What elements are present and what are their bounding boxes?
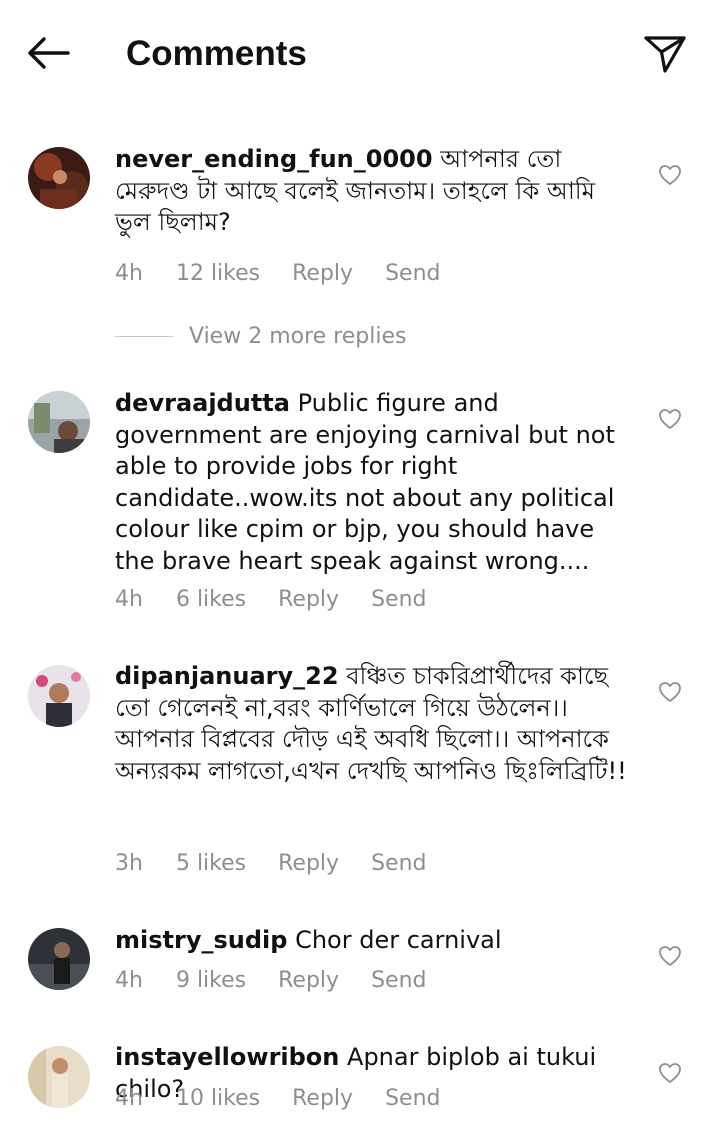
comment-time: 4h [115, 587, 143, 612]
comment-username[interactable]: devraajdutta [115, 389, 290, 417]
send-button[interactable]: Send [385, 1085, 440, 1113]
heart-outline-icon [659, 409, 681, 429]
comment-meta: 4h 9 likes Reply Send [115, 967, 458, 995]
heart-outline-icon [659, 165, 681, 185]
like-button[interactable] [658, 408, 682, 430]
comment-meta: 4h 10 likes Reply Send [115, 1085, 472, 1113]
comment-username[interactable]: dipanjanuary_22 [115, 662, 339, 690]
comment-body: mistry_sudip Chor der carnival [115, 925, 635, 957]
send-button[interactable]: Send [371, 967, 426, 995]
comment-text: Chor der carnival [295, 926, 502, 954]
comment-username[interactable]: mistry_sudip [115, 926, 287, 954]
avatar[interactable] [28, 928, 90, 990]
send-button[interactable]: Send [371, 586, 426, 614]
comment-body: devraajdutta Public figure and governmen… [115, 388, 635, 577]
comment-username[interactable]: instayellowribon [115, 1043, 339, 1071]
reply-button[interactable]: Reply [278, 850, 339, 878]
comment-meta: 3h 5 likes Reply Send [115, 850, 458, 878]
reply-button[interactable]: Reply [278, 586, 339, 614]
arrow-left-icon [28, 37, 70, 69]
like-button[interactable] [658, 164, 682, 186]
back-button[interactable] [22, 30, 72, 76]
reply-button[interactable]: Reply [278, 967, 339, 995]
reply-button[interactable]: Reply [292, 1085, 353, 1113]
heart-outline-icon [659, 1063, 681, 1083]
send-button[interactable]: Send [385, 260, 440, 288]
view-replies-label: View 2 more replies [189, 324, 407, 349]
avatar[interactable] [28, 147, 90, 209]
likes-count[interactable]: 10 likes [176, 1085, 260, 1113]
send-button[interactable]: Send [371, 850, 426, 878]
reply-button[interactable]: Reply [292, 260, 353, 288]
likes-count[interactable]: 9 likes [176, 967, 246, 995]
page-title: Comments [126, 34, 307, 73]
heart-outline-icon [659, 682, 681, 702]
header-bar: Comments [0, 0, 720, 108]
avatar[interactable] [28, 665, 90, 727]
comment-username[interactable]: never_ending_fun_0000 [115, 145, 433, 173]
likes-count[interactable]: 12 likes [176, 260, 260, 288]
paper-plane-icon [644, 36, 686, 73]
like-button[interactable] [658, 1062, 682, 1084]
comment-time: 4h [115, 261, 143, 286]
comment-time: 3h [115, 851, 143, 876]
heart-outline-icon [659, 946, 681, 966]
share-button[interactable] [642, 33, 688, 75]
like-button[interactable] [658, 681, 682, 703]
replies-divider [115, 336, 173, 337]
likes-count[interactable]: 5 likes [176, 850, 246, 878]
comment-meta: 4h 12 likes Reply Send [115, 260, 472, 288]
avatar[interactable] [28, 391, 90, 453]
comment-body: never_ending_fun_0000 আপনার তো মেরুদণ্ড … [115, 144, 635, 239]
comment-body: dipanjanuary_22 বঞ্চিত চাকরিপ্রার্থীদের … [115, 661, 635, 787]
avatar[interactable] [28, 1046, 90, 1108]
view-more-replies[interactable]: View 2 more replies [115, 322, 515, 352]
likes-count[interactable]: 6 likes [176, 586, 246, 614]
comment-time: 4h [115, 1086, 143, 1111]
comment-time: 4h [115, 968, 143, 993]
comment-meta: 4h 6 likes Reply Send [115, 586, 458, 614]
like-button[interactable] [658, 945, 682, 967]
